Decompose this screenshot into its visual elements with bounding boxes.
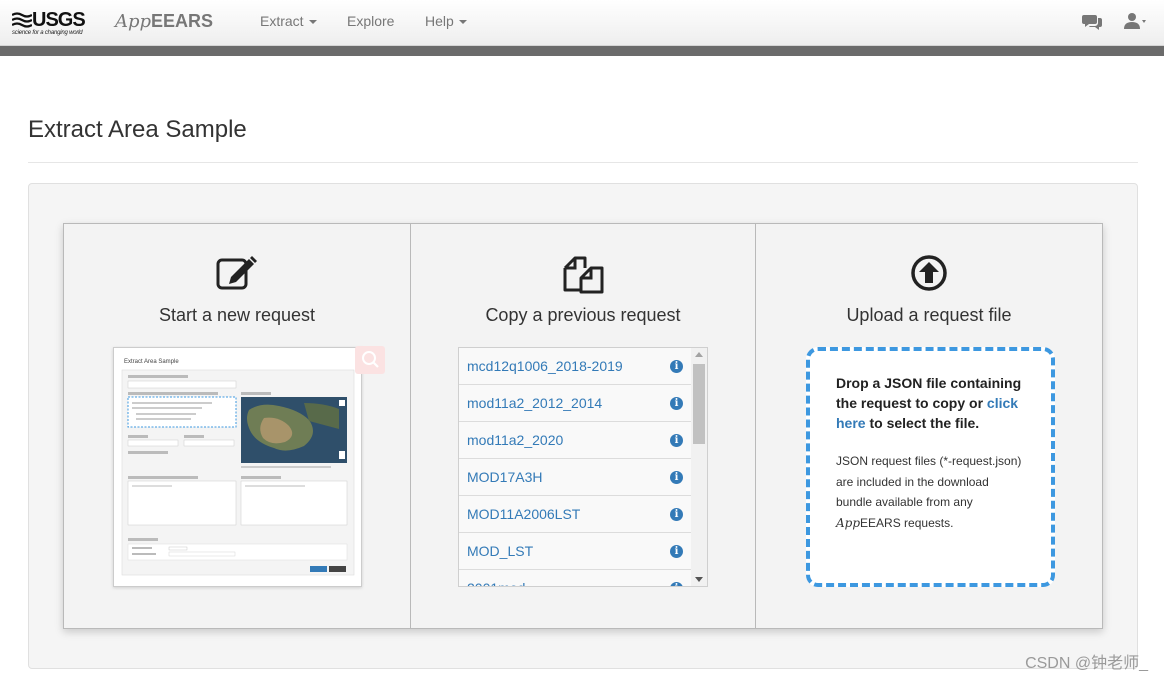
navbar-strip: [0, 46, 1164, 56]
scroll-down-icon[interactable]: [695, 577, 703, 582]
page-title: Extract Area Sample: [28, 116, 247, 143]
request-name[interactable]: mod11a2_2020: [467, 432, 563, 448]
nav-explore[interactable]: Explore: [347, 13, 394, 29]
request-name[interactable]: mcd12q1006_2018-2019: [467, 358, 623, 374]
upload-arrow-icon: [911, 255, 947, 291]
list-item[interactable]: mcd12q1006_2018-2019 i: [459, 348, 692, 385]
request-name[interactable]: MOD_LST: [467, 543, 533, 559]
copy-request-heading: Copy a previous request: [485, 305, 681, 325]
request-name[interactable]: mod11a2_2012_2014: [467, 395, 602, 411]
copy-icon: [563, 256, 604, 294]
chevron-down-icon: [308, 20, 317, 25]
appeears-brand[interactable]: AppEEARS: [115, 11, 213, 32]
list-item[interactable]: MOD_LST i: [459, 533, 692, 570]
preview-search-button[interactable]: [355, 346, 385, 374]
upload-request-option: Upload a request file Drop a JSON file c…: [756, 224, 1102, 628]
preview-title: Extract Area Sample: [124, 359, 179, 365]
nav-help-label: Help: [425, 13, 454, 29]
nav-extract-label: Extract: [260, 13, 304, 29]
info-icon[interactable]: i: [670, 545, 683, 558]
sub-app: App: [836, 515, 861, 530]
info-icon[interactable]: i: [670, 434, 683, 447]
usgs-logo[interactable]: USGS science for a changing world: [12, 9, 86, 37]
json-dropzone[interactable]: Drop a JSON file containing the request …: [806, 347, 1055, 587]
sub-text-1: JSON request files (*-request.json) are …: [836, 454, 1022, 509]
title-divider: [28, 162, 1138, 163]
info-icon[interactable]: i: [670, 508, 683, 521]
scroll-up-icon[interactable]: [695, 352, 703, 357]
list-item[interactable]: mod11a2_2012_2014 i: [459, 385, 692, 422]
search-icon: [362, 351, 379, 368]
sub-text-2: EEARS requests.: [860, 515, 954, 530]
nav-explore-label: Explore: [347, 13, 395, 29]
form-preview-image: Extract Area Sample: [114, 348, 361, 586]
usgs-wave-icon: [12, 12, 32, 28]
top-navbar: USGS science for a changing world AppEEA…: [0, 0, 1164, 46]
edit-icon: [216, 256, 257, 290]
scroll-thumb[interactable]: [693, 364, 705, 444]
list-scrollbar[interactable]: [691, 348, 707, 586]
list-item[interactable]: mod11a2_2020 i: [459, 422, 692, 459]
user-icon[interactable]: [1124, 12, 1150, 30]
brand-rest: EEARS: [151, 11, 214, 31]
chat-icon[interactable]: [1082, 13, 1103, 30]
brand-app: App: [115, 11, 152, 32]
usgs-logo-word: USGS: [32, 9, 86, 31]
previous-requests-list[interactable]: mcd12q1006_2018-2019 i mod11a2_2012_2014…: [458, 347, 708, 587]
new-request-heading: Start a new request: [158, 305, 316, 325]
new-request-option[interactable]: Start a new request Extract Area Sample: [64, 224, 411, 628]
list-item[interactable]: MOD11A2006LST i: [459, 496, 692, 533]
info-icon[interactable]: i: [670, 582, 683, 586]
info-icon[interactable]: i: [670, 397, 683, 410]
list-item[interactable]: MOD17A3H i: [459, 459, 692, 496]
info-icon[interactable]: i: [670, 471, 683, 484]
csdn-watermark: CSDN @钟老师_: [1025, 655, 1148, 672]
request-name[interactable]: MOD11A2006LST: [467, 506, 580, 522]
upload-request-heading: Upload a request file: [846, 305, 1012, 325]
dropzone-help-text: JSON request files (*-request.json) are …: [836, 451, 1025, 533]
request-name[interactable]: 2001mod: [467, 580, 525, 586]
request-options-panel: Start a new request Extract Area Sample: [63, 223, 1103, 629]
nav-extract[interactable]: Extract: [260, 13, 317, 29]
copy-request-option: Copy a previous request mcd12q1006_2018-…: [411, 224, 756, 628]
info-icon[interactable]: i: [670, 360, 683, 373]
dropzone-instructions: Drop a JSON file containing the request …: [836, 373, 1025, 433]
new-request-preview[interactable]: Extract Area Sample: [113, 347, 362, 587]
chevron-down-icon: [458, 20, 467, 25]
nav-help[interactable]: Help: [425, 13, 467, 29]
usgs-logo-tagline: science for a changing world: [12, 30, 83, 36]
request-name[interactable]: MOD17A3H: [467, 469, 542, 485]
list-item[interactable]: 2001mod i: [459, 570, 692, 586]
drop-text-2: to select the file.: [865, 415, 980, 431]
